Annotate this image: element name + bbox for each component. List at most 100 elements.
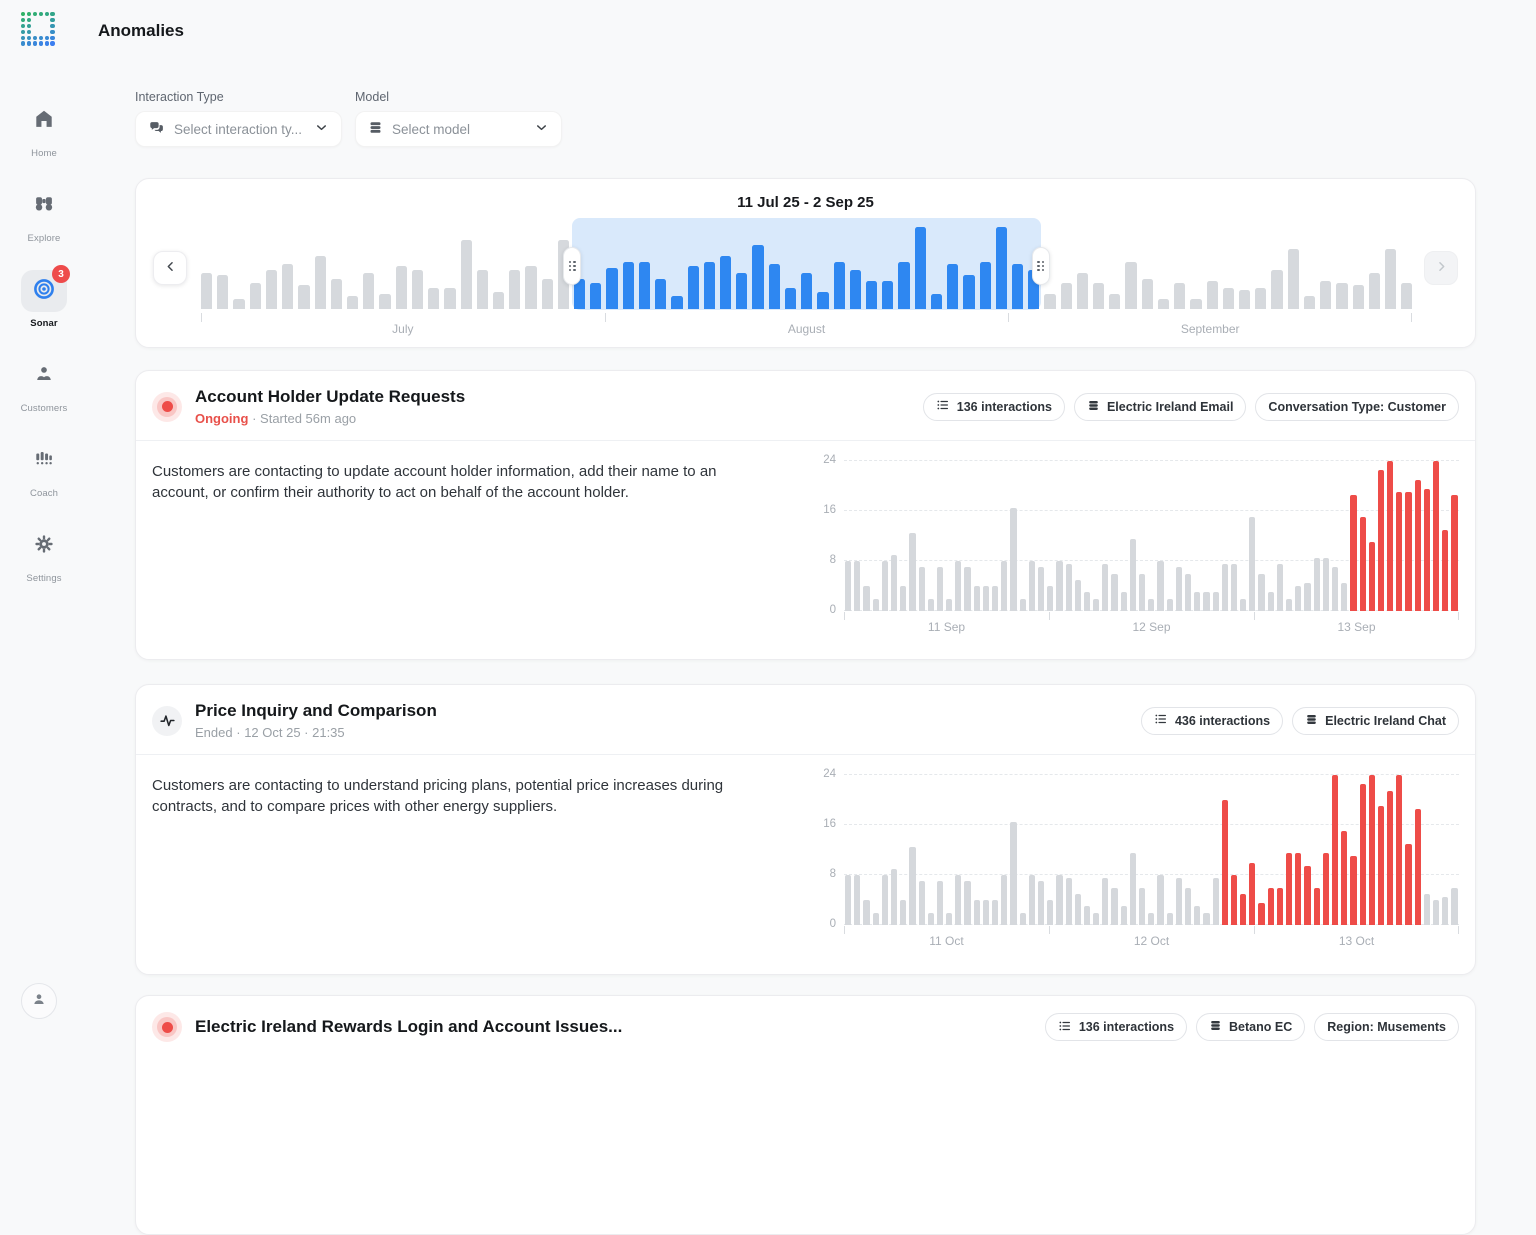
timeline-bar — [1353, 285, 1364, 309]
baseline-bar — [919, 567, 925, 611]
baseline-bar — [1304, 583, 1310, 611]
timeline-bar — [1320, 281, 1331, 309]
interaction-type-select[interactable]: Select interaction ty... — [135, 111, 342, 147]
anomaly-title: Price Inquiry and Comparison — [195, 701, 437, 721]
baseline-bar — [1332, 567, 1338, 611]
anomaly-card-electric-ireland-rewards-login[interactable]: Electric Ireland Rewards Login and Accou… — [135, 995, 1476, 1235]
separator: · — [236, 725, 240, 740]
timeline-bar — [412, 270, 423, 309]
baseline-bar — [1001, 875, 1007, 925]
baseline-bar — [1093, 599, 1099, 612]
list-icon — [1154, 712, 1168, 729]
timeline-bar — [1044, 294, 1055, 309]
model-value: Select model — [392, 122, 525, 137]
x-tick-label: 11 Oct — [844, 926, 1049, 948]
baseline-bar — [1139, 574, 1145, 612]
baseline-bar — [1056, 875, 1062, 925]
app-logo[interactable] — [21, 12, 55, 46]
database-icon — [1209, 1019, 1222, 1035]
baseline-bar — [1020, 913, 1026, 926]
chat-bubbles-icon — [148, 119, 165, 139]
timeline-bar — [1093, 283, 1104, 309]
baseline-bar — [928, 599, 934, 612]
x-tick-label: 11 Sep — [844, 612, 1049, 634]
anomaly-histogram: 08162411 Sep12 Sep13 Sep — [812, 461, 1459, 634]
baseline-bar — [845, 875, 851, 925]
baseline-bar — [1185, 574, 1191, 612]
sidebar-item-label: Explore — [28, 233, 61, 244]
timeline-next-button[interactable] — [1424, 251, 1458, 285]
timeline-bar — [396, 266, 407, 309]
baseline-bar — [955, 875, 961, 925]
timeline-bar — [801, 273, 812, 309]
sidebar-item-home[interactable]: Home — [8, 100, 80, 159]
anomaly-bar — [1387, 461, 1393, 611]
timeline-bar — [542, 279, 553, 309]
anomaly-bar — [1314, 888, 1320, 926]
anomaly-bar — [1433, 461, 1439, 611]
source-badge: Electric Ireland Chat — [1292, 707, 1459, 735]
baseline-bar — [882, 875, 888, 925]
sidebar-item-customers[interactable]: Customers — [8, 355, 80, 414]
card-body: Customers are contacting to understand p… — [136, 755, 1475, 948]
sidebar-item-settings[interactable]: Settings — [8, 525, 80, 584]
card-header: Account Holder Update Requests Ongoing ·… — [136, 371, 1475, 440]
interaction-type-label: Interaction Type — [135, 90, 342, 104]
interaction-type-value: Select interaction ty... — [174, 122, 305, 137]
anomaly-bar — [1405, 844, 1411, 925]
timeline-bar — [980, 262, 991, 309]
timeline-bar — [1207, 281, 1218, 309]
timeline-bar — [623, 262, 634, 309]
anomaly-status: Ongoing · Started 56m ago — [195, 411, 465, 426]
user-avatar-button[interactable] — [21, 983, 57, 1019]
sidebar-item-coach[interactable]: Coach — [8, 440, 80, 499]
anomaly-bar — [1295, 853, 1301, 925]
baseline-bar — [974, 900, 980, 925]
timeline-bar — [850, 270, 861, 309]
model-filter: Model Select model — [355, 90, 562, 147]
anomaly-description: Customers are contacting to update accou… — [152, 461, 812, 634]
timeline-bar — [769, 264, 780, 309]
person-icon — [30, 990, 48, 1013]
timeline-bar — [785, 288, 796, 310]
timeline-bar — [1174, 283, 1185, 309]
card-title-block: Price Inquiry and Comparison Ended · 12 … — [195, 701, 437, 740]
timeline-bar — [233, 299, 244, 309]
baseline-bar — [891, 555, 897, 611]
sidebar-item-label: Customers — [21, 403, 68, 414]
baseline-bar — [1093, 913, 1099, 926]
month-label: July — [201, 313, 605, 336]
sonar-target-icon — [32, 277, 56, 306]
date-range-label: 11 Jul 25 - 2 Sep 25 — [136, 194, 1475, 211]
baseline-bar — [882, 561, 888, 611]
sidebar-item-explore[interactable]: Explore — [8, 185, 80, 244]
baseline-bar — [1020, 599, 1026, 612]
sidebar-nav: Home Explore 3 Sonar — [0, 100, 88, 584]
anomaly-card-price-inquiry-and-comparison[interactable]: Price Inquiry and Comparison Ended · 12 … — [135, 684, 1476, 975]
baseline-bar — [928, 913, 934, 926]
baseline-bar — [1066, 564, 1072, 611]
baseline-bar — [863, 586, 869, 611]
status-text: Ended — [195, 725, 233, 740]
timeline-selection-right-handle[interactable] — [1032, 247, 1050, 285]
model-select[interactable]: Select model — [355, 111, 562, 147]
anomaly-bar — [1268, 888, 1274, 926]
status-detail: 12 Oct 25 · 21:35 — [244, 725, 344, 740]
anomaly-card-account-holder-update-requests[interactable]: Account Holder Update Requests Ongoing ·… — [135, 370, 1476, 660]
anomaly-bar — [1332, 775, 1338, 925]
timeline-prev-button[interactable] — [153, 251, 187, 285]
timeline-selection-left-handle[interactable] — [563, 247, 581, 285]
pulse-dot-icon — [152, 392, 182, 422]
status-text: Ongoing — [195, 411, 248, 426]
card-title-block: Account Holder Update Requests Ongoing ·… — [195, 387, 465, 426]
baseline-bar — [1231, 564, 1237, 611]
baseline-bar — [1066, 878, 1072, 925]
anomaly-bar — [1415, 480, 1421, 611]
timeline-bar — [1401, 283, 1412, 309]
sidebar-item-sonar[interactable]: 3 Sonar — [8, 270, 80, 329]
anomaly-description: Customers are contacting to understand p… — [152, 775, 812, 948]
anomaly-bar — [1277, 888, 1283, 926]
baseline-bar — [1130, 539, 1136, 611]
x-tick-label: 13 Sep — [1254, 612, 1459, 634]
card-title-block: Electric Ireland Rewards Login and Accou… — [195, 1017, 622, 1037]
